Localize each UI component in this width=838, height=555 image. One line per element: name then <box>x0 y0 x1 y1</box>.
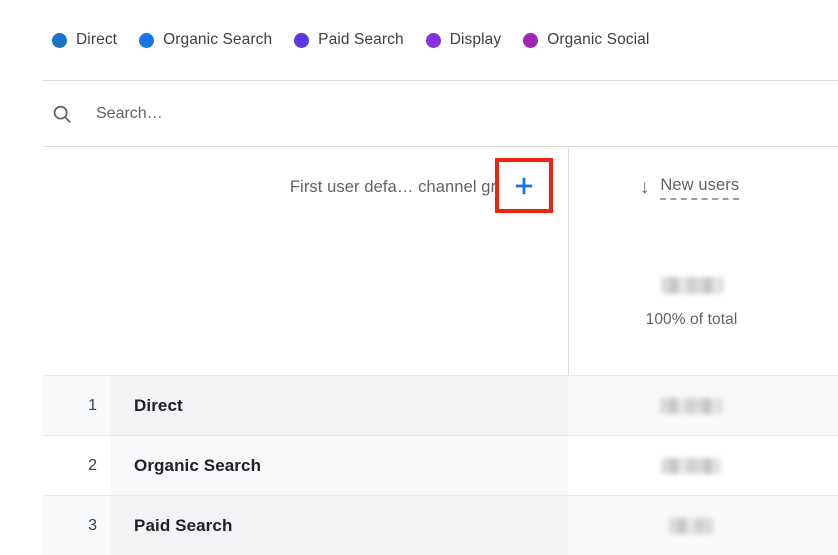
search-input[interactable] <box>96 104 476 123</box>
report-table: First user defa… channel group ↓ New use… <box>43 147 838 555</box>
legend-color-dot-paid-search <box>294 32 310 48</box>
legend-label-organic-social: Organic Social <box>547 31 650 48</box>
table-row[interactable]: 3 Paid Search <box>43 495 838 555</box>
totals-value-redacted <box>660 277 723 294</box>
legend-item-paid-search[interactable]: Paid Search <box>294 31 404 49</box>
row-dimension-value[interactable]: Paid Search <box>111 496 568 555</box>
table-body: 1 Direct 2 Organic Search 3 Paid Search <box>43 375 838 555</box>
table-row[interactable]: 2 Organic Search <box>43 435 838 495</box>
metric-column-label[interactable]: New users <box>660 176 740 200</box>
chart-legend: Direct Organic Search Paid Search Displa… <box>43 0 838 80</box>
legend-color-dot-direct <box>52 32 67 48</box>
arrow-down-icon[interactable]: ↓ <box>640 178 650 197</box>
row-metric-cell <box>568 436 838 495</box>
row-metric-redacted <box>660 397 722 414</box>
metric-column-header[interactable]: ↓ New users <box>569 147 838 228</box>
legend-label-display: Display <box>449 31 502 48</box>
row-index: 1 <box>43 376 111 435</box>
dimension-selector-label[interactable]: First user defa… channel group <box>290 178 524 197</box>
legend-item-organic-search[interactable]: Organic Search <box>139 31 272 49</box>
row-metric-cell <box>568 376 838 435</box>
row-dimension-value[interactable]: Organic Search <box>111 436 568 495</box>
table-row[interactable]: 1 Direct <box>43 375 838 435</box>
totals-caption: 100% of total <box>645 311 738 328</box>
row-index: 2 <box>88 456 97 474</box>
legend-label-direct: Direct <box>76 31 118 48</box>
row-index: 3 <box>43 496 111 555</box>
legend-color-dot-organic-search <box>139 32 155 48</box>
add-dimension-highlight <box>495 158 553 213</box>
legend-item-organic-social[interactable]: Organic Social <box>523 31 649 49</box>
legend-color-dot-display <box>425 32 441 48</box>
legend-item-direct[interactable]: Direct <box>52 31 117 49</box>
row-metric-cell <box>568 496 838 555</box>
row-dimension-value[interactable]: Direct <box>111 376 568 435</box>
table-header-row: First user defa… channel group ↓ New use… <box>43 147 838 228</box>
legend-item-display[interactable]: Display <box>425 31 502 49</box>
add-dimension-button[interactable] <box>511 173 537 199</box>
legend-label-paid-search: Paid Search <box>318 31 404 48</box>
legend-color-dot-organic-social <box>523 32 539 48</box>
search-icon <box>50 102 74 126</box>
search-bar[interactable] <box>43 81 838 146</box>
row-metric-redacted <box>669 517 713 534</box>
dimension-column-header[interactable]: First user defa… channel group <box>43 147 568 228</box>
totals-row: 100% of total <box>569 277 838 367</box>
legend-label-organic-search: Organic Search <box>163 31 273 48</box>
plus-icon <box>515 177 533 194</box>
row-metric-redacted <box>661 457 721 474</box>
